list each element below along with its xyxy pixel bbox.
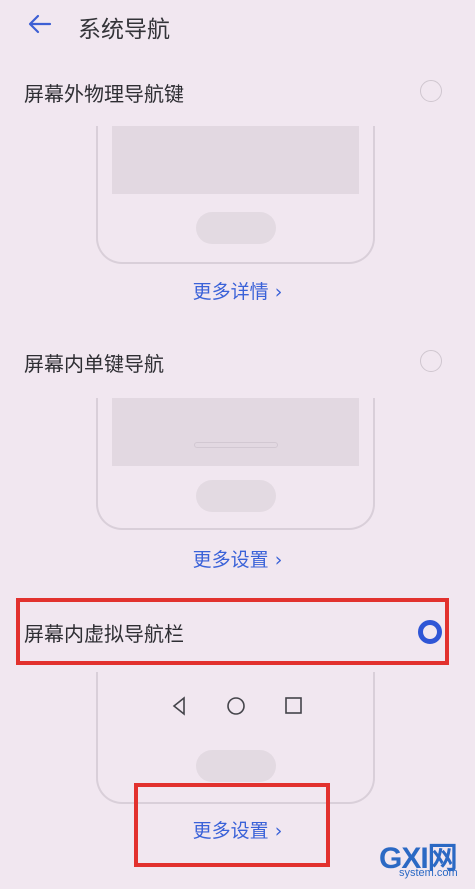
home-circle-icon [227, 697, 245, 715]
home-key-shape [195, 480, 276, 512]
option-virtual-nav-label[interactable]: 屏幕内虚拟导航栏 [24, 618, 184, 647]
option-physical-keys-radio[interactable] [420, 80, 442, 102]
preview-screen [112, 126, 359, 194]
recent-square-icon [285, 697, 302, 714]
option-single-key-label[interactable]: 屏幕内单键导航 [24, 348, 164, 377]
option-single-key-radio[interactable] [420, 350, 442, 372]
home-key-shape [195, 750, 276, 782]
option-virtual-nav-radio-selected[interactable] [418, 620, 442, 644]
single-key-preview [96, 398, 375, 530]
more-settings-link-1[interactable]: 更多设置 › [0, 545, 475, 572]
more-details-link[interactable]: 更多详情 › [0, 277, 475, 304]
virtual-nav-keys [172, 696, 302, 716]
option-physical-keys-label[interactable]: 屏幕外物理导航键 [24, 78, 184, 107]
watermark: GXI网 system.com [377, 831, 469, 885]
nav-bar-line [193, 442, 278, 448]
preview-screen [112, 398, 359, 466]
physical-keys-preview [96, 126, 375, 264]
page-title: 系统导航 [78, 17, 170, 43]
back-arrow-icon[interactable] [26, 10, 54, 38]
watermark-site: system.com [399, 867, 458, 879]
home-key-shape [195, 212, 276, 244]
top-app-bar: 系统导航 [0, 0, 475, 52]
back-triangle-icon [172, 696, 185, 716]
